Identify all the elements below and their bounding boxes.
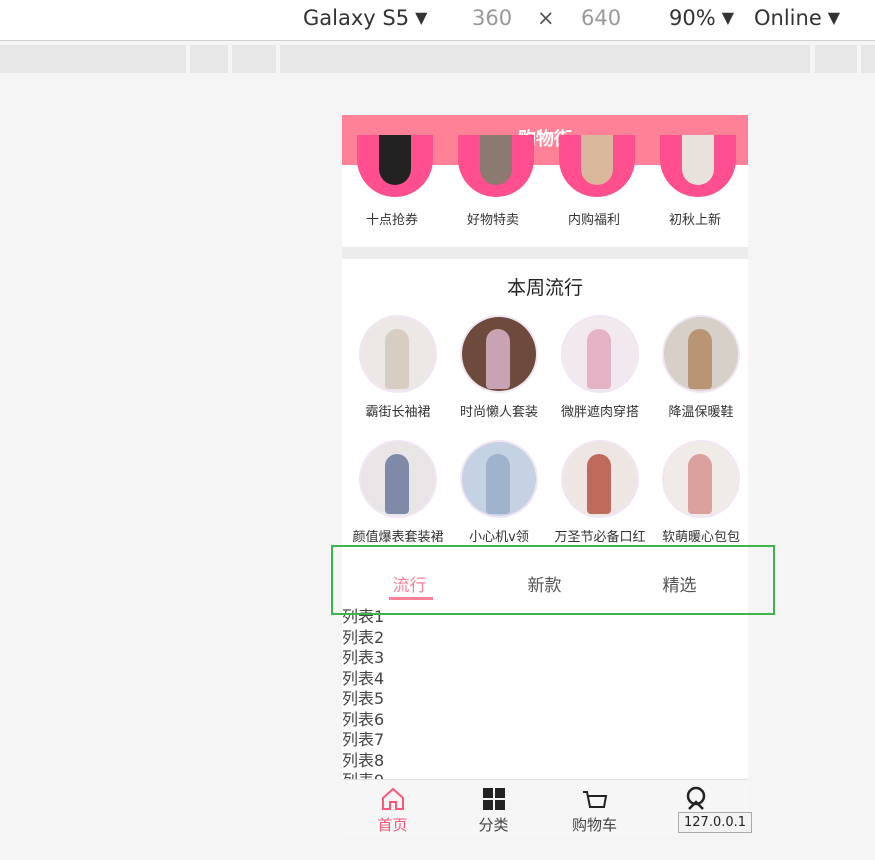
list-item: 列表8 — [342, 750, 385, 770]
zoom-select[interactable]: 90% ▼ — [669, 6, 734, 30]
feature-label: 十点抢券 — [365, 213, 418, 228]
popular-item[interactable]: 颜值爆表套装裙 — [348, 440, 448, 560]
profile-icon — [686, 786, 706, 810]
popular-image — [662, 315, 740, 393]
popular-item[interactable]: 微胖遮肉穿搭 — [550, 315, 650, 435]
chevron-down-icon: ▼ — [721, 8, 734, 27]
popular-image — [359, 440, 437, 518]
tabbar-item-cart[interactable]: 购物车 — [544, 780, 645, 836]
popular-item[interactable]: 霸街长袖裙 — [348, 315, 448, 435]
feature-item[interactable]: 好物特卖 — [443, 135, 543, 247]
home-icon — [382, 787, 404, 810]
network-select[interactable]: Online ▼ — [754, 6, 840, 30]
popular-label: 微胖遮肉穿搭 — [560, 405, 639, 420]
feature-label: 好物特卖 — [466, 213, 519, 228]
section-divider — [342, 247, 748, 259]
section-title: 本周流行 — [506, 277, 583, 299]
media-query-segment[interactable] — [815, 45, 857, 73]
feature-image — [458, 135, 534, 197]
feature-image — [660, 135, 736, 197]
feature-item[interactable]: 初秋上新 — [645, 135, 745, 247]
list-item: 列表4 — [342, 668, 385, 688]
tabbar-label: 首页 — [377, 816, 408, 834]
feature-item[interactable]: 内购福利 — [544, 135, 644, 247]
content-list: 列表1 列表2 列表3 列表4 列表5 列表6 列表7 列表8 列表9 — [342, 607, 748, 792]
popular-image — [561, 440, 639, 518]
list-item: 列表3 — [342, 648, 385, 667]
list-item: 列表7 — [342, 730, 385, 749]
media-query-segment[interactable] — [861, 45, 875, 73]
feature-row: 十点抢券 好物特卖 内购福利 初秋上新 — [342, 135, 748, 247]
popular-label: 小心机v领 — [469, 530, 529, 545]
popular-item[interactable]: 小心机v领 — [449, 440, 549, 560]
cart-icon — [583, 791, 608, 808]
popular-image — [359, 315, 437, 393]
popular-label: 霸街长袖裙 — [365, 405, 431, 420]
list-item: 列表2 — [342, 627, 385, 647]
device-toolbar: Galaxy S5 ▼ 360 × 640 90% ▼ Online ▼ — [0, 0, 875, 41]
popular-label: 软萌暖心包包 — [661, 530, 740, 545]
element-highlight — [331, 545, 775, 615]
height-input[interactable]: 640 — [581, 6, 621, 30]
phone-viewport: 购物街 十点抢券 好物特卖 内购福利 初秋上新 本周流行 霸街长袖裙 时尚懒人套… — [342, 115, 748, 836]
device-select[interactable]: Galaxy S5 ▼ — [303, 6, 427, 30]
popular-item[interactable]: 万圣节必备口红 — [550, 440, 650, 560]
width-input[interactable]: 360 — [472, 6, 512, 30]
chevron-down-icon: ▼ — [827, 8, 841, 27]
grid-icon — [483, 788, 505, 810]
media-query-bar — [0, 45, 875, 73]
popular-item[interactable]: 软萌暖心包包 — [651, 440, 748, 560]
popular-item[interactable]: 时尚懒人套装 — [449, 315, 549, 435]
feature-label: 初秋上新 — [668, 213, 721, 228]
media-query-segment[interactable] — [0, 45, 186, 73]
feature-image — [559, 135, 635, 197]
media-query-segment[interactable] — [232, 45, 276, 73]
times-sign: × — [537, 6, 555, 30]
popular-image — [662, 440, 740, 518]
media-query-segment[interactable] — [280, 45, 810, 73]
feature-image — [357, 135, 433, 197]
list-item: 列表6 — [342, 709, 385, 729]
tabbar-item-category[interactable]: 分类 — [443, 780, 544, 836]
tabbar-item-home[interactable]: 首页 — [342, 780, 443, 836]
popular-label: 降温保暖鞋 — [668, 405, 734, 420]
list-item: 列表5 — [342, 689, 385, 708]
popular-image — [460, 315, 538, 393]
tabbar-label: 分类 — [478, 816, 509, 834]
feature-label: 内购福利 — [567, 213, 620, 228]
popular-label: 颜值爆表套装裙 — [352, 530, 444, 545]
popular-image — [460, 440, 538, 518]
url-tooltip: 127.0.0.1 — [678, 812, 753, 833]
chevron-down-icon: ▼ — [415, 8, 428, 27]
popular-label: 时尚懒人套装 — [459, 405, 538, 420]
media-query-segment[interactable] — [190, 45, 228, 73]
popular-label: 万圣节必备口红 — [554, 530, 646, 545]
popular-item[interactable]: 降温保暖鞋 — [651, 315, 748, 435]
popular-image — [561, 315, 639, 393]
feature-item[interactable]: 十点抢券 — [342, 135, 442, 247]
tabbar-label: 购物车 — [571, 816, 617, 834]
